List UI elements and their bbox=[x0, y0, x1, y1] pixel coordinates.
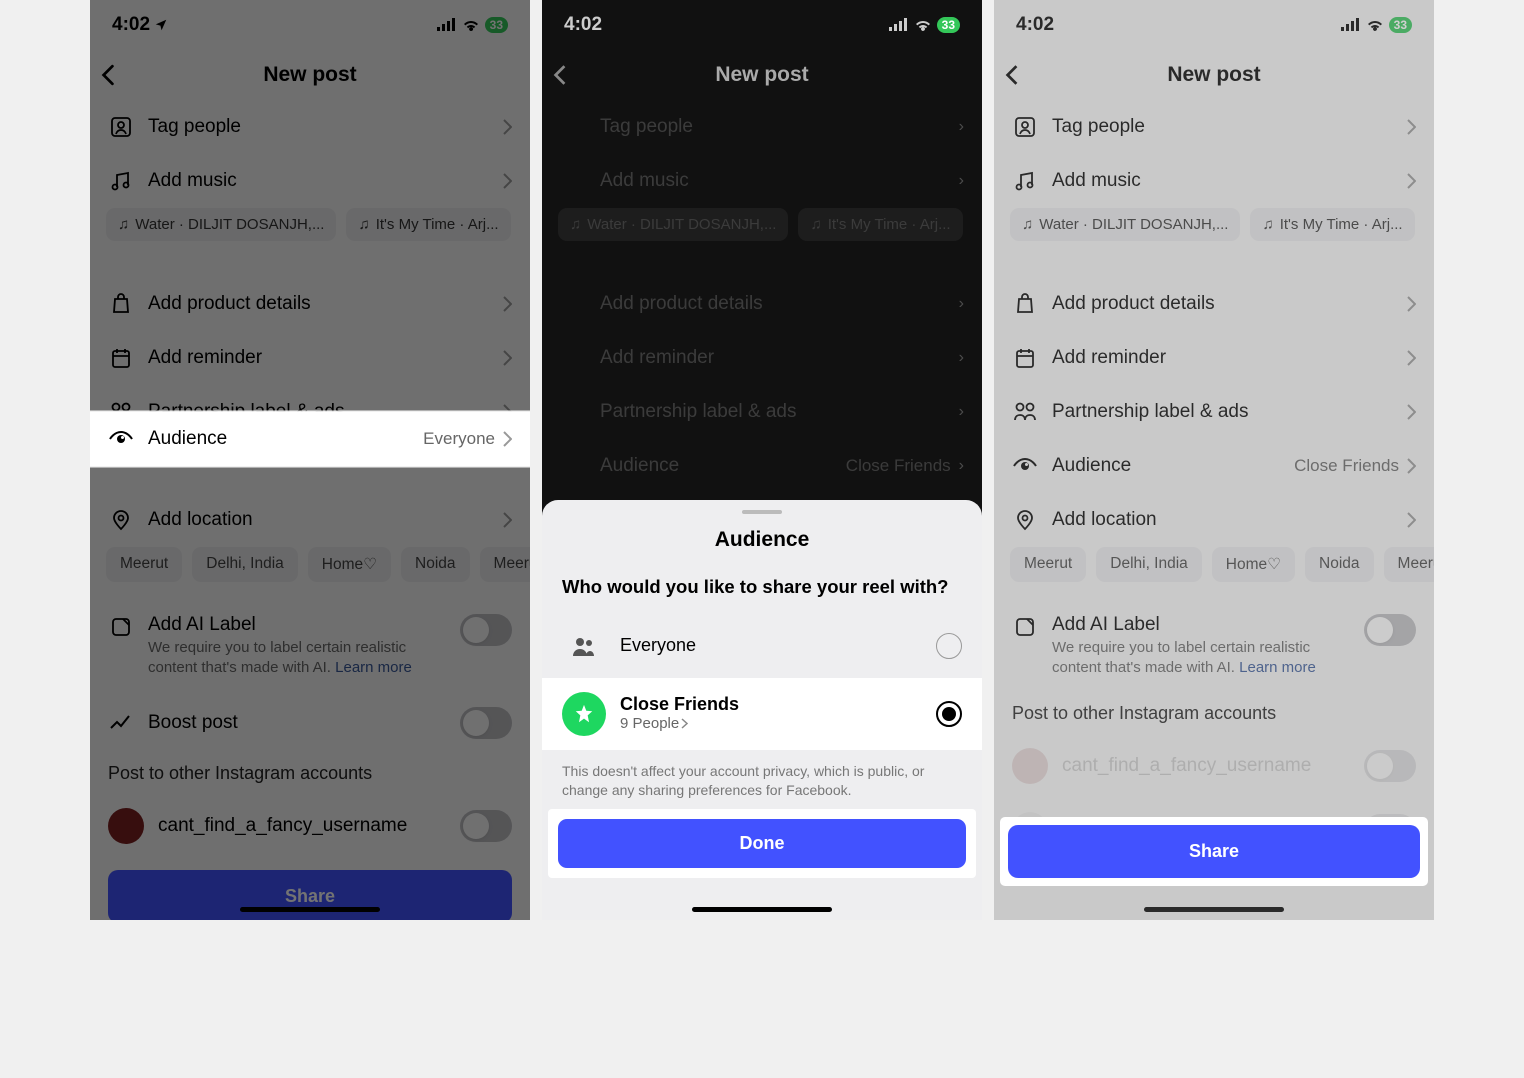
people-icon bbox=[562, 624, 606, 668]
audience-option-everyone[interactable]: Everyone bbox=[542, 612, 982, 680]
sheet-question: Who would you like to share your reel wi… bbox=[542, 576, 982, 612]
sheet-footnote: This doesn't affect your account privacy… bbox=[542, 748, 982, 811]
audience-option-close-friends[interactable]: Close Friends 9 People bbox=[542, 680, 982, 748]
screen-2-audience-sheet: 4:02 33 New post Tag people› Add music› … bbox=[542, 0, 982, 920]
audience-value: Everyone bbox=[423, 429, 495, 449]
option-sublabel[interactable]: 9 People bbox=[620, 715, 688, 732]
status-bar: 4:02 33 bbox=[542, 0, 982, 50]
radio-unselected[interactable] bbox=[936, 633, 962, 659]
sheet-grabber[interactable] bbox=[742, 510, 782, 514]
page-title: New post bbox=[558, 63, 966, 87]
share-button[interactable]: Share bbox=[1008, 825, 1420, 878]
home-indicator[interactable] bbox=[692, 907, 832, 912]
cellular-icon bbox=[889, 18, 909, 32]
eye-icon bbox=[108, 426, 134, 452]
chevron-right-icon bbox=[503, 431, 512, 447]
share-button-highlight: Share bbox=[1002, 819, 1426, 884]
audience-row[interactable]: Audience Everyone bbox=[90, 412, 530, 466]
sheet-title: Audience bbox=[542, 528, 982, 552]
option-label: Close Friends bbox=[620, 694, 936, 715]
dim-overlay bbox=[994, 0, 1434, 920]
option-label: Everyone bbox=[620, 635, 936, 656]
screen-3-share: 4:02 33 New post Tag people Add music ♫ … bbox=[994, 0, 1434, 920]
done-button-highlight: Done bbox=[550, 811, 974, 876]
row-label: Audience bbox=[148, 428, 423, 450]
back-button[interactable] bbox=[552, 64, 568, 86]
close-friends-star-icon bbox=[562, 692, 606, 736]
wifi-icon bbox=[914, 18, 932, 32]
done-button[interactable]: Done bbox=[558, 819, 966, 868]
screen-1-audience-row: 4:02 33 New post Tag people Add music ♫ … bbox=[90, 0, 530, 920]
battery-badge: 33 bbox=[937, 17, 960, 33]
radio-selected[interactable] bbox=[936, 701, 962, 727]
audience-sheet: Audience Who would you like to share you… bbox=[542, 500, 982, 920]
